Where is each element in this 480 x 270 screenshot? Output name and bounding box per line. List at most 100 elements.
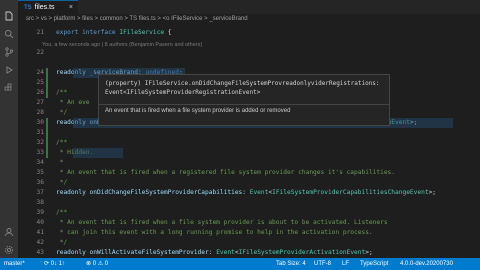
eol-status[interactable]: LF [342,258,349,270]
code-line[interactable]: 22 [18,48,480,58]
code-line[interactable]: 39 /** [18,208,480,218]
git-change-marker[interactable] [46,118,48,148]
settings-gear-icon[interactable] [4,240,14,255]
code-text: */ [56,178,67,188]
code-line[interactable]: 38 [18,198,480,208]
hover-divider [99,104,389,105]
code-line[interactable]: 32 /** [18,138,480,148]
extensions-icon[interactable] [4,78,14,91]
code-text: * An eve [56,98,90,108]
code-text: readonly onWillActivateFileSystemProvide… [56,248,373,258]
code-text: */ [56,238,67,248]
line-number: 25 [36,79,44,86]
line-number: 27 [36,99,44,106]
hover-tooltip: (property) IFileService.onDidChangeFileS… [98,74,390,126]
tab-label: files.ts [34,4,55,11]
code-text: /** [56,88,67,98]
encoding-status[interactable]: UTF-8 [314,258,331,270]
code-token: * An event that is fired when a file sys… [56,219,388,226]
code-token: >; [428,189,437,196]
code-token: onDidChangeFileSystemProviderCapabilitie… [89,189,243,196]
code-token: readonly [56,189,90,196]
close-icon[interactable]: × [69,4,73,11]
code-token: >; [365,249,373,256]
line-number: 43 [36,249,44,256]
account-icon[interactable] [4,222,14,237]
code-token: /** [56,209,68,216]
code-token: /** [56,89,68,96]
line-number: 33 [36,149,44,156]
files-icon[interactable] [4,6,14,21]
code-token: */ [56,179,68,186]
breadcrumb[interactable]: src > vs > platform > files > common > T… [26,16,248,26]
code-token: readonly [56,249,90,256]
hover-documentation: An event that is fired when a file syste… [105,108,291,114]
line-number: 24 [36,69,44,76]
code-text: /** [56,208,67,218]
code-line[interactable]: 21 export interface IFileService { [18,28,480,38]
run-icon[interactable] [4,60,14,74]
code-line[interactable]: 41 * can join this event with a long run… [18,228,480,238]
line-number: 35 [36,169,44,176]
problems-status[interactable]: ⊗ 0 ⚠ 0 [86,258,108,270]
code-text: */ [56,108,67,118]
code-line[interactable]: 43 readonly onWillActivateFileSystemProvi… [18,248,480,258]
code-line[interactable]: 36 */ [18,178,480,188]
selection-highlight [73,148,123,158]
code-text: * can join this event with a long runnin… [56,228,373,238]
code-line[interactable]: 35 * An event that is fired when a regis… [18,168,480,178]
line-number: 41 [36,229,44,236]
status-bar: master* ⟳ 0↓ 1↑ ⊗ 0 ⚠ 0 Tab Size: 4 UTF-… [0,258,480,270]
code-text: * An event that is fired when a file sys… [56,218,388,228]
code-token: * An eve [56,99,90,106]
source-control-icon[interactable] [4,42,14,57]
git-change-marker[interactable] [46,68,48,98]
ts-version-status[interactable]: 4.0.0-dev.20200730 [400,258,453,270]
code-token: Event [216,249,235,256]
line-number: 28 [36,109,44,116]
typescript-file-icon: TS [24,4,32,11]
code-token: IFileSystemProviderCapabilitiesChangeEve… [272,189,429,196]
tab-size-status[interactable]: Tab Size: 4 [276,258,306,270]
git-change-marker[interactable] [46,148,48,158]
branch-status[interactable]: master* [4,258,25,270]
code-token: IFileSystemProviderActivationEvent [238,249,366,256]
line-number: 40 [36,219,44,226]
code-token: */ [56,239,68,246]
code-token: { [164,29,172,36]
code-line[interactable]: 31 [18,128,480,138]
editor-tab-bar: TS files.ts × [18,0,480,14]
line-number: 32 [36,139,44,146]
code-token: * An event that is fired when a register… [56,169,395,176]
code-line[interactable]: 42 */ [18,238,480,248]
line-number: 21 [36,29,44,36]
code-line[interactable]: 34 * [18,158,480,168]
code-line[interactable]: 37 readonly onDidChangeFileSystemProvider… [18,188,480,198]
line-number: 22 [36,49,44,56]
code-token: IFileService [119,29,165,36]
code-token: * can join this event with a long runnin… [56,229,373,236]
hover-signature: (property) IFileService.onDidChangeFileS… [105,80,380,96]
code-text: export interface IFileService { [56,28,172,38]
line-number: 37 [36,189,44,196]
line-number: 38 [36,199,44,206]
activity-bar [0,0,18,258]
code-editor[interactable]: 21 export interface IFileService { 22 24 rea… [18,28,480,258]
code-text: readonly onDidChangeFileSystemProviderCa… [56,188,436,198]
sync-status[interactable]: ⟳ 0↓ 1↑ [44,258,65,270]
line-number: 30 [36,119,44,126]
code-token: interface [82,29,120,36]
code-text: * [56,158,64,168]
language-status[interactable]: TypeScript [360,258,388,270]
code-token: onWillActivateFileSystemProvider [89,249,209,256]
line-number: 31 [36,129,44,136]
code-line[interactable]: 40 * An event that is fired when a file … [18,218,480,228]
line-number: 26 [36,89,44,96]
code-token: * [56,159,64,166]
code-token: Event [249,189,269,196]
search-icon[interactable] [4,24,14,39]
tab-files-ts[interactable]: TS files.ts × [18,0,78,14]
line-number: 36 [36,179,44,186]
line-number: 39 [36,209,44,216]
code-token: */ [56,109,68,116]
